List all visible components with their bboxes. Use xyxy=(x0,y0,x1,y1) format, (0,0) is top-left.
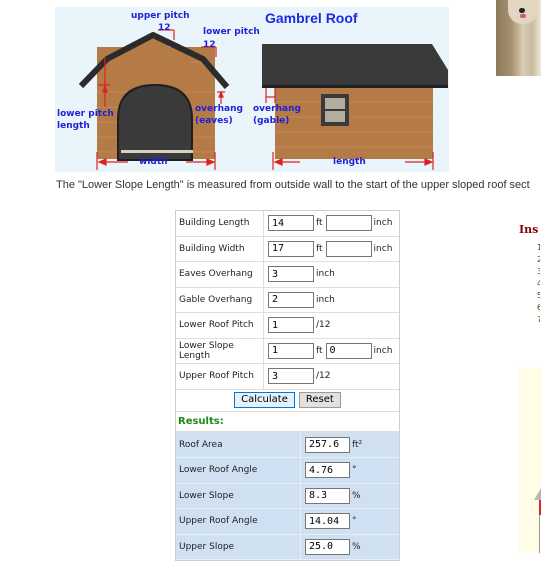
result-label: Roof Area xyxy=(176,432,301,457)
diagram-title: Gambrel Roof xyxy=(265,10,358,26)
upper-roof-angle-output[interactable] xyxy=(305,513,350,530)
input-row-eaves-overhang: Eaves Overhang inch xyxy=(176,262,399,288)
upper-pitch-label: upper pitch xyxy=(131,11,190,21)
lower-pitch-length-label-1: lower pitch xyxy=(57,109,114,119)
unit-label: ft xyxy=(316,345,323,356)
instructions-heading: Ins xyxy=(519,223,539,236)
result-row-lower-slope: Lower Slope % xyxy=(176,483,399,509)
result-label: Upper Roof Angle xyxy=(176,509,301,534)
lower-slope-length-inch-input[interactable] xyxy=(325,342,372,359)
side-roof xyxy=(262,44,448,87)
list-marker: 3 xyxy=(537,267,540,276)
input-row-lower-slope-length: Lower Slope Length ft inch xyxy=(176,338,399,364)
upper-roof-pitch-input[interactable] xyxy=(268,368,314,385)
list-marker: 5 xyxy=(537,291,540,300)
unit-label: % xyxy=(352,490,361,501)
overhang-gable-label-1: overhang xyxy=(253,104,301,114)
field-label: Upper Roof Pitch xyxy=(176,364,264,389)
unit-label: ft² xyxy=(352,439,363,450)
building-length-ft-input[interactable] xyxy=(268,215,314,232)
gambrel-roof-diagram: Gambrel Roof upper pitch 12 lower pitch … xyxy=(55,7,449,172)
overhang-eaves-label-1: overhang xyxy=(195,104,243,114)
lower-slope-output[interactable] xyxy=(305,487,350,504)
result-row-upper-roof-angle: Upper Roof Angle ° xyxy=(176,509,399,535)
input-row-lower-roof-pitch: Lower Roof Pitch /12 xyxy=(176,313,399,339)
building-width-inch-input[interactable] xyxy=(325,240,372,257)
gable-overhang-input[interactable] xyxy=(268,291,314,308)
results-heading: Results: xyxy=(176,412,399,432)
result-row-roof-area: Roof Area ft² xyxy=(176,432,399,458)
result-label: Lower Roof Angle xyxy=(176,458,301,483)
arched-door xyxy=(117,83,193,161)
list-marker: 1 xyxy=(537,243,540,252)
overhang-eaves-label-2: (eaves) xyxy=(195,116,233,126)
list-marker: 4 xyxy=(537,279,540,288)
unit-label: inch xyxy=(373,345,393,356)
instructions-list: 1 2 3 4 5 6 7 xyxy=(537,242,541,326)
building-length-inch-input[interactable] xyxy=(325,215,372,232)
unit-label: ft xyxy=(316,243,323,254)
upper-pitch-12-label: 12 xyxy=(158,23,171,33)
input-row-building-length: Building Length ft inch xyxy=(176,211,399,237)
field-label: Eaves Overhang xyxy=(176,262,264,287)
result-row-upper-slope: Upper Slope % xyxy=(176,534,399,560)
list-marker: 7 xyxy=(537,315,540,324)
results-section: Roof Area ft² Lower Roof Angle ° Lower S… xyxy=(176,431,399,560)
input-row-upper-roof-pitch: Upper Roof Pitch /12 xyxy=(176,364,399,390)
field-label: Gable Overhang xyxy=(176,287,264,312)
divider xyxy=(539,515,540,553)
unit-label: inch xyxy=(316,269,335,280)
dog-photo xyxy=(496,0,541,76)
result-label: Upper Slope xyxy=(176,534,301,559)
calculate-button[interactable]: Calculate xyxy=(234,392,295,408)
unit-label: inch xyxy=(316,294,335,305)
reset-button[interactable]: Reset xyxy=(298,392,341,408)
unit-label: /12 xyxy=(316,371,331,382)
side-panel xyxy=(519,367,541,553)
eaves-overhang-input[interactable] xyxy=(268,266,314,283)
lower-pitch-length-label-2: length xyxy=(57,121,90,131)
upper-slope-output[interactable] xyxy=(305,538,350,555)
front-view-building xyxy=(78,32,230,161)
lower-pitch-label: lower pitch xyxy=(203,27,260,37)
unit-label: ft xyxy=(316,218,323,229)
side-wall xyxy=(275,87,433,159)
gambrel-roof-calculator: Building Length ft inch Building Width f… xyxy=(175,210,400,561)
arrow-up-icon xyxy=(534,488,541,500)
list-marker: 6 xyxy=(537,303,540,312)
unit-label: /12 xyxy=(316,320,331,331)
lower-roof-angle-output[interactable] xyxy=(305,462,350,479)
field-label: Lower Roof Pitch xyxy=(176,313,264,338)
lower-slope-description: The "Lower Slope Length" is measured fro… xyxy=(56,179,530,191)
result-label: Lower Slope xyxy=(176,483,301,508)
building-width-ft-input[interactable] xyxy=(268,240,314,257)
unit-label: ° xyxy=(352,465,357,476)
input-row-gable-overhang: Gable Overhang inch xyxy=(176,287,399,313)
input-row-building-width: Building Width ft inch xyxy=(176,236,399,262)
overhang-gable-label-2: (gable) xyxy=(253,116,290,126)
unit-label: % xyxy=(352,541,361,552)
unit-label: ° xyxy=(352,516,357,527)
list-marker: 2 xyxy=(537,255,540,264)
length-label: length xyxy=(333,157,366,167)
field-label: Building Length xyxy=(176,211,264,236)
lower-pitch-12-label: 12 xyxy=(203,40,216,50)
lower-slope-length-ft-input[interactable] xyxy=(268,342,314,359)
roof-area-output[interactable] xyxy=(305,436,350,453)
result-row-lower-roof-angle: Lower Roof Angle ° xyxy=(176,458,399,484)
side-view-building xyxy=(262,44,448,159)
button-row: Calculate Reset xyxy=(176,390,399,412)
unit-label: inch xyxy=(373,243,393,254)
lower-roof-pitch-input[interactable] xyxy=(268,317,314,334)
field-label: Lower Slope Length xyxy=(176,338,264,363)
width-label: width xyxy=(139,157,168,167)
unit-label: inch xyxy=(373,218,393,229)
field-label: Building Width xyxy=(176,236,264,261)
